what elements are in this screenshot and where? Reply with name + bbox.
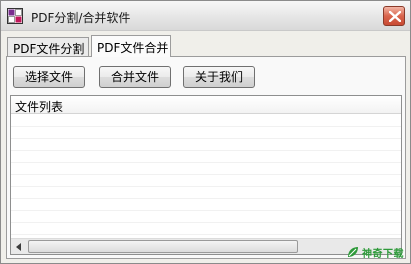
close-button[interactable] — [383, 6, 405, 26]
tab-pdf-merge[interactable]: PDF文件合并 — [91, 35, 171, 57]
close-icon — [389, 11, 401, 22]
app-window: PDF分割/合并软件 PDF文件分割 PDF文件合并 选择文件 合并文件 关于我… — [0, 0, 411, 264]
merge-files-button[interactable]: 合并文件 — [99, 66, 171, 88]
scrollbar-thumb[interactable] — [28, 240, 298, 253]
tab-pdf-split[interactable]: PDF文件分割 — [7, 37, 89, 56]
horizontal-scrollbar[interactable] — [11, 238, 401, 254]
title-bar[interactable]: PDF分割/合并软件 — [1, 1, 410, 31]
select-files-button[interactable]: 选择文件 — [13, 66, 85, 88]
leaf-logo-icon — [348, 247, 358, 257]
grid-app-icon — [7, 8, 23, 24]
scroll-left-arrow-icon[interactable] — [12, 240, 26, 254]
watermark: 神奇下载 — [346, 243, 408, 261]
file-list-body[interactable] — [11, 115, 401, 237]
window-title: PDF分割/合并软件 — [31, 11, 131, 25]
about-us-button[interactable]: 关于我们 — [183, 66, 255, 88]
watermark-text: 神奇下载 — [362, 249, 404, 260]
file-list[interactable]: 文件列表 — [10, 95, 402, 255]
column-header-file-list[interactable]: 文件列表 — [15, 98, 63, 115]
file-list-header: 文件列表 — [11, 96, 401, 114]
